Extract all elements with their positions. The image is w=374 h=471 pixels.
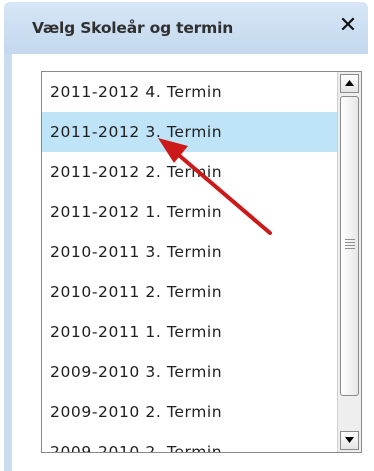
scrollbar-thumb[interactable] <box>340 96 359 396</box>
list-item[interactable]: 2011-2012 4. Termin <box>42 72 337 112</box>
vertical-scrollbar[interactable] <box>337 72 361 452</box>
dialog-title: Vælg Skoleår og termin <box>32 19 234 37</box>
list-item[interactable]: 2011-2012 1. Termin <box>42 192 337 232</box>
list-item[interactable]: 2009-2010 2. Termin <box>42 432 337 452</box>
list-item[interactable]: 2011-2012 3. Termin <box>42 112 337 152</box>
list-item[interactable]: 2010-2011 2. Termin <box>42 272 337 312</box>
list-item[interactable]: 2011-2012 2. Termin <box>42 152 337 192</box>
scrollbar-grip-icon <box>345 239 355 251</box>
scroll-down-arrow-icon <box>345 437 354 443</box>
list-item[interactable]: 2010-2011 1. Termin <box>42 312 337 352</box>
dialog-body: 2011-2012 4. Termin 2011-2012 3. Termin … <box>12 54 368 471</box>
list-item[interactable]: 2010-2011 3. Termin <box>42 232 337 272</box>
term-select-dialog: Vælg Skoleår og termin ✕ 2011-2012 4. Te… <box>4 2 368 471</box>
term-list: 2011-2012 4. Termin 2011-2012 3. Termin … <box>42 72 337 452</box>
scroll-up-arrow-icon <box>345 80 354 86</box>
list-item[interactable]: 2009-2010 3. Termin <box>42 352 337 392</box>
close-icon[interactable]: ✕ <box>336 13 360 39</box>
dialog-titlebar: Vælg Skoleår og termin ✕ <box>4 2 368 54</box>
term-listbox[interactable]: 2011-2012 4. Termin 2011-2012 3. Termin … <box>41 71 362 453</box>
scroll-up-button[interactable] <box>340 74 359 93</box>
list-item[interactable]: 2009-2010 2. Termin <box>42 392 337 432</box>
scroll-down-button[interactable] <box>340 431 359 450</box>
